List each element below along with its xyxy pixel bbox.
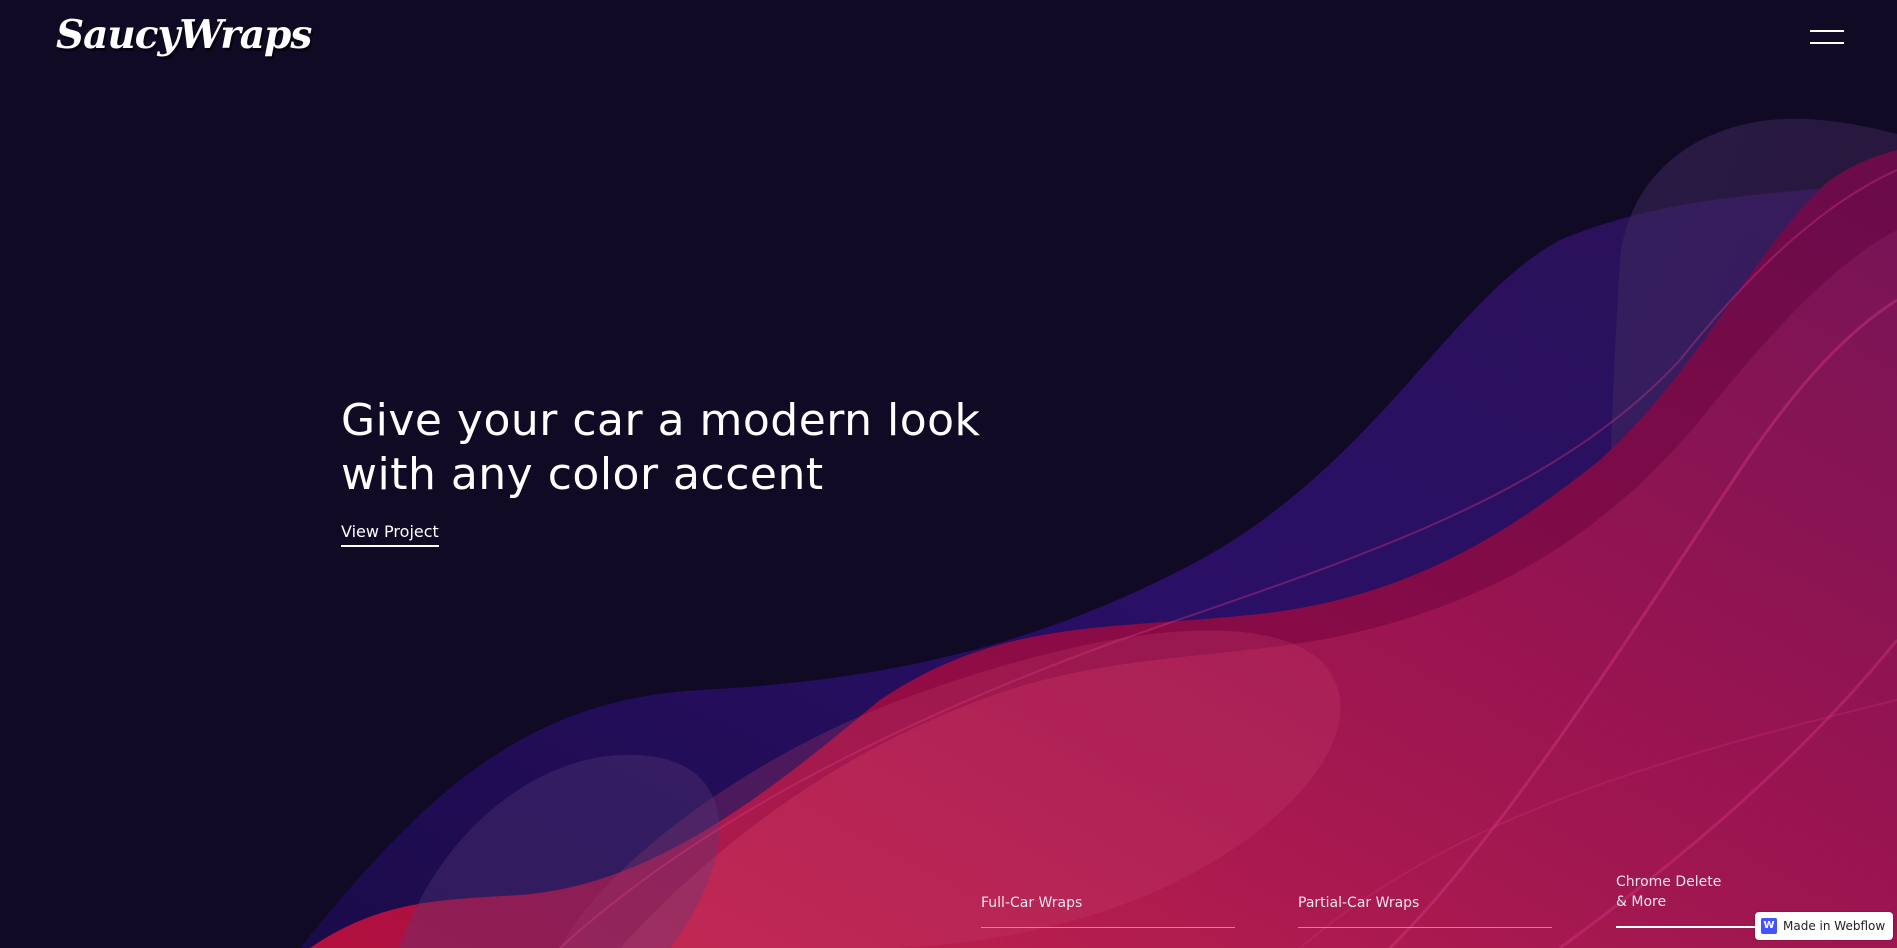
menu-bar-top (1810, 30, 1844, 32)
hero-title: Give your car a modern look with any col… (341, 395, 981, 500)
brand-logo[interactable]: SaucyWraps (56, 12, 312, 58)
hero-section: Give your car a modern look with any col… (341, 394, 981, 547)
view-project-link[interactable]: View Project (341, 522, 439, 547)
made-in-webflow-badge[interactable]: W Made in Webflow (1755, 912, 1894, 940)
webflow-icon: W (1761, 918, 1777, 934)
menu-bar-bottom (1810, 42, 1844, 44)
service-label: Full-Car Wraps (981, 893, 1235, 928)
hamburger-menu-icon[interactable] (1810, 26, 1846, 46)
badge-label: Made in Webflow (1783, 919, 1886, 933)
service-item-partial-car-wraps[interactable]: Partial-Car Wraps (1298, 893, 1552, 928)
service-item-full-car-wraps[interactable]: Full-Car Wraps (981, 893, 1235, 928)
service-label: Partial-Car Wraps (1298, 893, 1552, 928)
